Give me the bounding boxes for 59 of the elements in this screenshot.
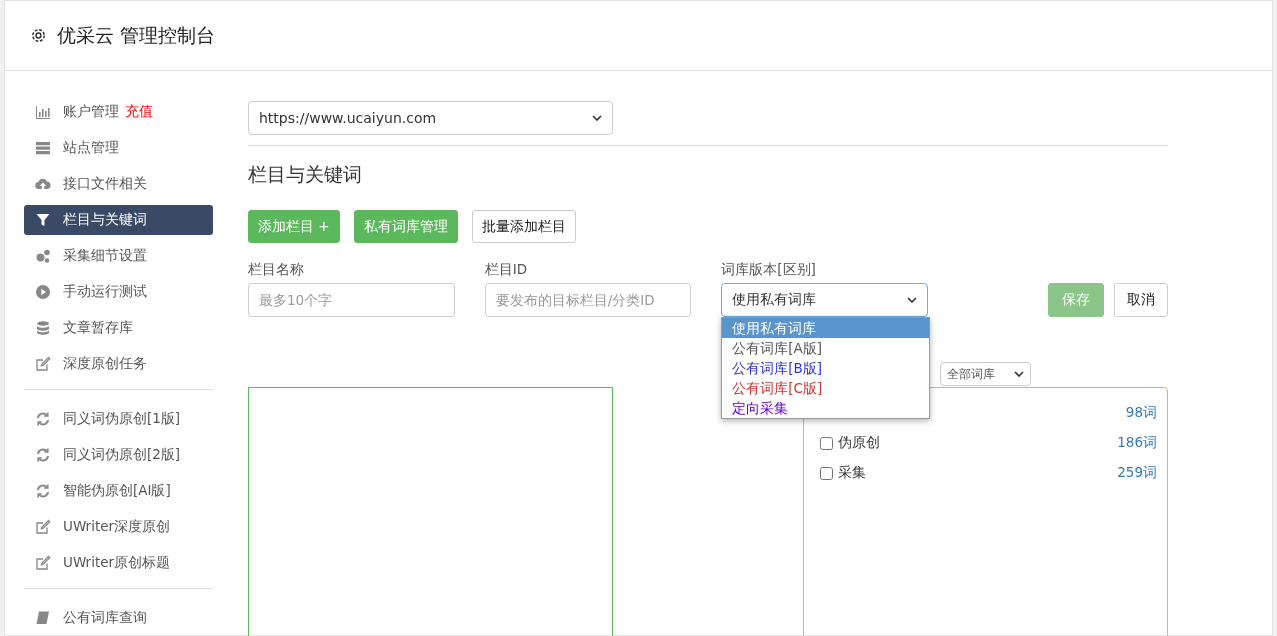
play-icon <box>35 284 51 300</box>
section-title: 栏目与关键词 <box>248 162 363 187</box>
sidebar-item[interactable]: 站点管理 <box>24 133 213 163</box>
option-text: 公有词库[C版] <box>732 380 823 396</box>
option-text: 使用私有词库 <box>732 320 817 336</box>
dropdown-option[interactable]: 公有词库[C版] <box>722 378 930 398</box>
edit-icon <box>35 519 51 535</box>
sidebar-item[interactable]: 采集细节设置 <box>24 241 213 271</box>
option-text: 定向采集 <box>732 400 789 416</box>
dropdown-option[interactable]: 定向采集 <box>722 398 930 418</box>
checkbox[interactable] <box>819 466 833 480</box>
checkbox[interactable] <box>819 436 833 450</box>
app-title: 优采云 管理控制台 <box>57 22 216 48</box>
filter-icon <box>35 212 51 228</box>
cloud-icon <box>35 176 51 192</box>
action-button[interactable]: 批量添加栏目 <box>471 210 576 243</box>
cancel-button[interactable]: 取消 <box>1114 283 1168 317</box>
db-icon <box>35 320 51 336</box>
option-text: 公有词库[A版] <box>732 340 823 356</box>
dropdown-option[interactable]: 公有词库[B版] <box>722 358 930 378</box>
word-count: 259词 <box>1117 464 1157 482</box>
recharge-link[interactable]: 充值 <box>125 103 153 121</box>
sidebar-item[interactable]: 手动运行测试 <box>24 277 213 307</box>
word-count: 186词 <box>1117 434 1157 452</box>
input-field[interactable]: 最多10个字 <box>248 283 455 317</box>
sidebar-item[interactable]: UWriter原创标题 <box>24 548 213 578</box>
edit-icon <box>35 555 51 571</box>
sync-icon <box>35 411 51 427</box>
chevron-down-icon <box>1013 371 1024 377</box>
sidebar-item[interactable]: 智能伪原创[AI版] <box>24 476 213 506</box>
sidebar-item[interactable]: 文章暂存库 <box>24 313 213 343</box>
sync-icon <box>35 447 51 463</box>
sidebar-item[interactable]: 接口文件相关 <box>24 169 213 199</box>
chart-icon <box>35 104 51 120</box>
site-select[interactable]: https://www.ucaiyun.com <box>248 101 613 135</box>
library-filter-select[interactable]: 全部词库 <box>939 362 1031 386</box>
sidebar-item[interactable]: 公有词库查询 <box>24 603 213 633</box>
sync-icon <box>35 483 51 499</box>
library-name: 采集 <box>837 464 866 482</box>
field-label: 栏目ID <box>484 261 529 279</box>
version-select[interactable]: 使用私有词库 <box>721 283 928 317</box>
chevron-down-icon <box>907 297 917 303</box>
sidebar-item[interactable]: 栏目与关键词 <box>24 205 213 235</box>
input-field[interactable]: 要发布的目标栏目/分类ID <box>484 283 692 317</box>
field-label: 栏目名称 <box>248 261 305 279</box>
dropdown-option[interactable]: 公有词库[A版] <box>722 338 930 358</box>
word-count: 98词 <box>1125 404 1157 422</box>
sidebar-item[interactable]: 账户管理 充值 <box>24 97 213 127</box>
library-name: 伪原创 <box>837 434 880 452</box>
sidebar-item[interactable]: 同义词伪原创[2版] <box>24 440 213 470</box>
chevron-down-icon <box>592 115 602 121</box>
server-icon <box>35 140 51 156</box>
field-label: 词库版本[区别] <box>721 261 817 279</box>
sidebar-item[interactable]: UWriter深度原创 <box>24 512 213 542</box>
edit-icon <box>35 356 51 372</box>
sidebar-item[interactable]: 深度原创任务 <box>24 349 213 379</box>
settings-icon <box>29 26 48 45</box>
option-text: 公有词库[B版] <box>732 360 823 376</box>
sidebar-item[interactable]: 同义词伪原创[1版] <box>24 404 213 434</box>
